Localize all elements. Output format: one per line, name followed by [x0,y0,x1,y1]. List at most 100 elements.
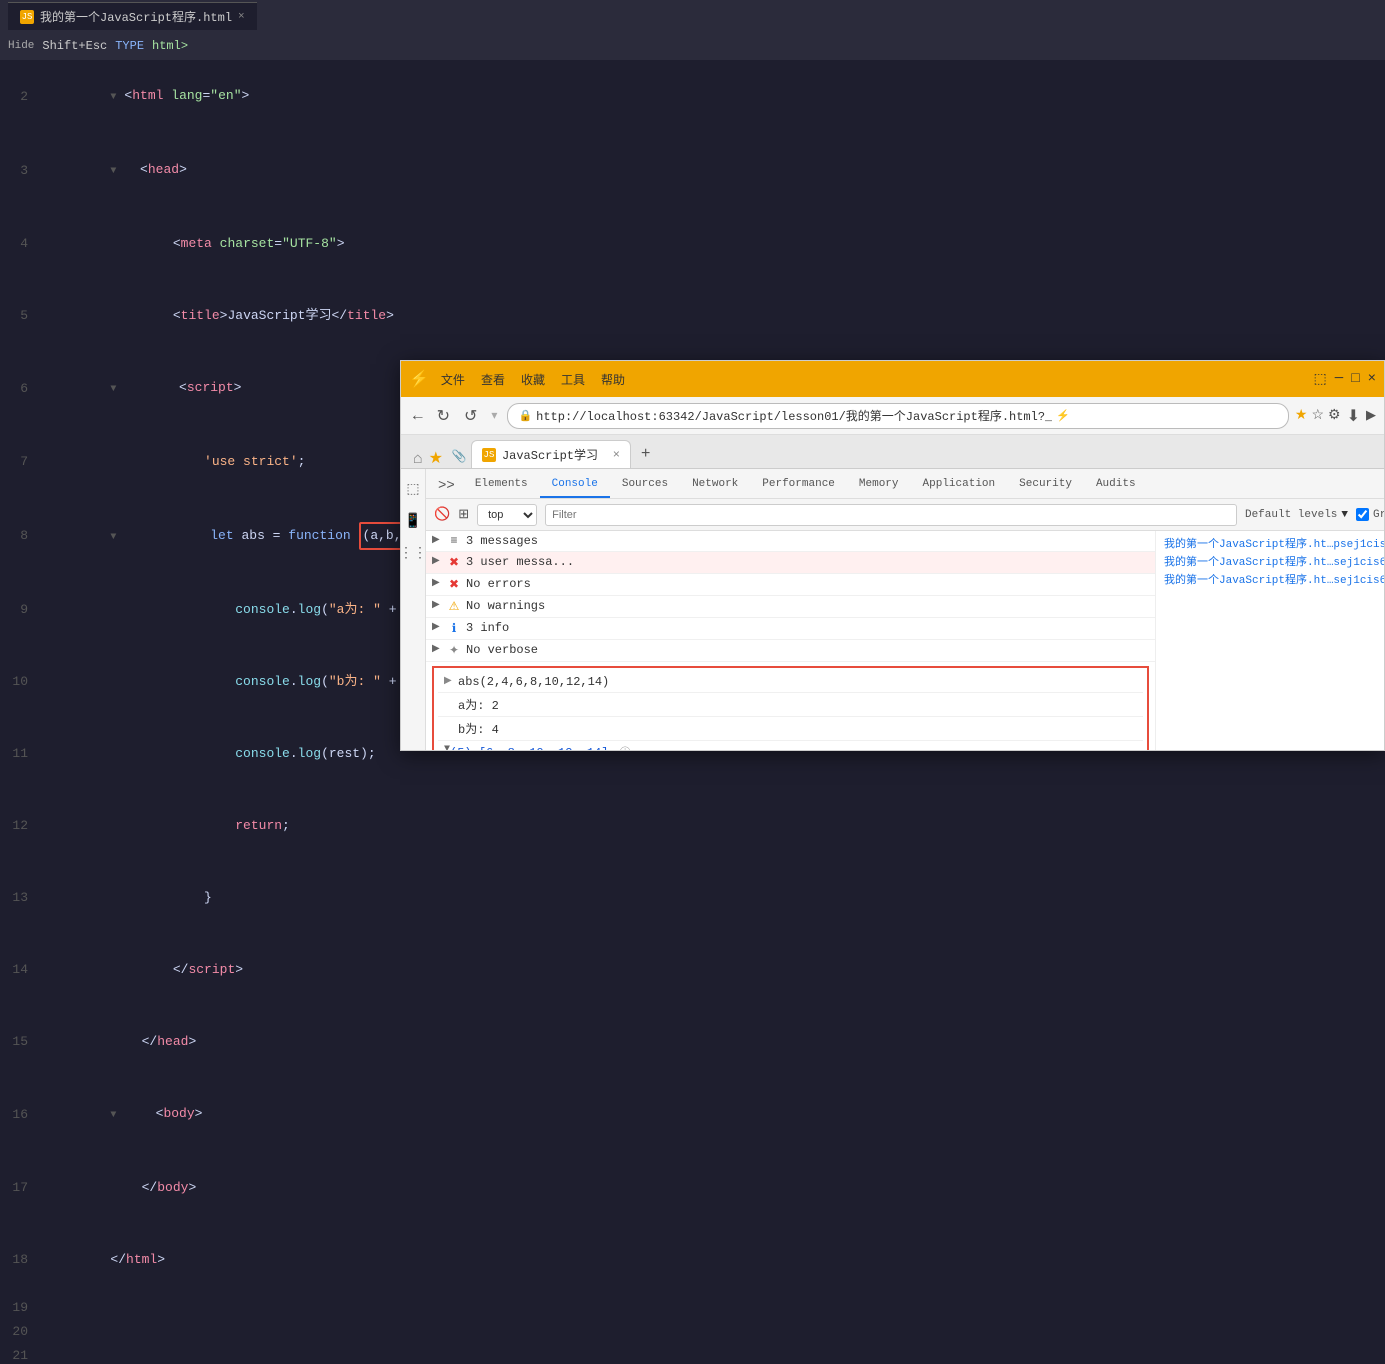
line-num-13: 13 [0,886,40,910]
source-link-1[interactable]: 我的第一个JavaScript程序.ht…psej1cis67ip581sc:9 [1164,535,1384,551]
browser-window-controls: ⬚ ─ □ × [1314,371,1376,388]
code-line-15: 15 </head> [0,1006,400,1078]
messages-label: 3 messages [466,534,538,548]
favorites-sidebar-button[interactable]: ★ [429,448,443,468]
maximize-button[interactable]: □ [1351,371,1359,388]
performance-icon: ⚡ [1056,409,1070,423]
devtools-tabs: >> Elements Console Sources Network Perf… [426,469,1384,499]
devtools-tab-performance[interactable]: Performance [750,472,847,498]
devtools-tab-more[interactable]: >> [430,474,463,498]
default-levels-label: Default levels [1245,509,1337,521]
fold-arrow-3[interactable]: ▼ [110,160,122,184]
fold-arrow-8[interactable]: ▼ [110,526,122,550]
code-line-7: 7 'use strict'; [0,426,400,498]
browser-window: ⚡ 文件 查看 收藏 工具 帮助 ⬚ ─ □ × ← ↻ ↺ ▾ 🔒 http:… [400,360,1385,751]
menu-item-tools[interactable]: 工具 [561,371,585,388]
console-output-array-header: ▼ (5) [6, 8, 10, 12, 14] ⓘ [438,741,1143,750]
line-num-9: 9 [0,598,40,622]
new-tab-button[interactable]: + [633,440,658,468]
default-levels-dropdown[interactable]: ▼ [1341,509,1348,521]
menu-item-help[interactable]: 帮助 [601,371,625,388]
group-similar-checkbox[interactable] [1356,508,1369,521]
devtools-tab-elements[interactable]: Elements [463,472,540,498]
console-row-no-errors[interactable]: ▶ ✖ No errors [426,574,1155,596]
back-button[interactable]: ← [409,405,427,427]
code-line-11: 11 console.log(rest); [0,718,400,790]
code-line-12-content: return; [40,790,400,862]
bookmark-icon[interactable]: 📎 [449,444,469,468]
code-line-17: 17 </body> [0,1152,400,1224]
line-num-8: 8 [0,524,40,548]
console-row-info[interactable]: ▶ ℹ 3 info [426,618,1155,640]
console-context-select[interactable]: top [477,504,537,526]
menu-item-favorites[interactable]: 收藏 [521,371,545,388]
devtools-tab-sources[interactable]: Sources [610,472,680,498]
console-filter-button[interactable]: ⊞ [458,507,469,522]
fold-arrow-6[interactable]: ▼ [110,378,122,402]
share-icon[interactable]: ⬚ [1314,371,1327,388]
source-link-3[interactable]: 我的第一个JavaScript程序.ht…sej1cis67ip581sc:11 [1164,571,1384,587]
line-num-12: 12 [0,814,40,838]
forward-button[interactable]: ↺ [460,404,481,428]
devtools-main: >> Elements Console Sources Network Perf… [426,469,1384,750]
abs-call-arrow[interactable]: ▶ [444,675,456,687]
devtools-tab-security[interactable]: Security [1007,472,1084,498]
editor-tab[interactable]: JS 我的第一个JavaScript程序.html × [8,2,257,30]
fold-arrow-2[interactable]: ▼ [110,86,122,110]
download-button[interactable]: ⬇ [1347,406,1360,426]
line-num-18: 18 [0,1248,40,1272]
browser-tab-active[interactable]: JS JavaScript学习 × [471,440,631,468]
settings-icon[interactable]: ⚙ [1328,407,1341,424]
star-icon[interactable]: ★ [1295,407,1308,424]
home-button[interactable]: ⌂ [409,450,427,468]
browser-menu-bar: ⚡ 文件 查看 收藏 工具 帮助 [409,369,637,389]
devtools-tab-audits[interactable]: Audits [1084,472,1148,498]
devtools-tab-network[interactable]: Network [680,472,750,498]
row-arrow-user-messages[interactable]: ▶ [432,555,444,567]
devtools-more-icon[interactable]: ⋮⋮ [401,541,425,565]
row-arrow-verbose[interactable]: ▶ [432,643,444,655]
console-row-messages[interactable]: ▶ ≡ 3 messages [426,531,1155,552]
forward-nav-button[interactable]: ▾ [487,406,501,425]
more-options-button[interactable]: ▶ [1366,408,1376,423]
line-num-15: 15 [0,1030,40,1054]
menu-item-file[interactable]: 文件 [441,371,465,388]
tab-close-icon[interactable]: × [238,11,245,23]
row-arrow-messages[interactable]: ▶ [432,534,444,546]
source-link-2[interactable]: 我的第一个JavaScript程序.ht…sej1cis67ip581sc:10 [1164,553,1384,569]
console-filter-input[interactable] [545,504,1237,526]
console-clear-button[interactable]: 🚫 [434,507,450,522]
info-icon: ℹ [446,621,462,636]
code-editor[interactable]: 2 ▼<html lang="en"> 3 ▼ <head> 4 <meta c… [0,60,400,691]
verbose-label: No verbose [466,643,538,657]
favorites-icon[interactable]: ☆ [1311,407,1324,424]
devtools-inspect-icon[interactable]: ⬚ [401,477,425,501]
code-line-19: 19 [0,1296,400,1320]
fold-arrow-16[interactable]: ▼ [110,1104,122,1128]
minimize-button[interactable]: ─ [1335,371,1343,388]
console-row-user-messages[interactable]: ▶ ✖ 3 user messa... [426,552,1155,574]
line-num-16: 16 [0,1103,40,1127]
devtools-device-icon[interactable]: 📱 [401,509,425,533]
browser-tab-close-icon[interactable]: × [613,448,620,462]
devtools-tab-console[interactable]: Console [540,472,610,498]
file-icon: JS [20,10,34,24]
row-arrow-no-warnings[interactable]: ▶ [432,599,444,611]
row-arrow-no-errors[interactable]: ▶ [432,577,444,589]
console-row-verbose[interactable]: ▶ ✦ No verbose [426,640,1155,662]
refresh-button[interactable]: ↻ [433,404,454,428]
line-num-2: 2 [0,85,40,109]
b-val-text: b为: 4 [444,720,499,737]
row-arrow-info[interactable]: ▶ [432,621,444,633]
no-errors-label: No errors [466,577,531,591]
console-row-no-warnings[interactable]: ▶ ⚠ No warnings [426,596,1155,618]
devtools-tab-application[interactable]: Application [911,472,1008,498]
close-button[interactable]: × [1368,371,1376,388]
code-line-4: 4 <meta charset="UTF-8"> [0,208,400,280]
devtools-tab-memory[interactable]: Memory [847,472,911,498]
hide-button[interactable]: Hide [8,40,34,52]
menu-item-view[interactable]: 查看 [481,371,505,388]
url-bar[interactable]: 🔒 http://localhost:63342/JavaScript/less… [507,403,1288,429]
line-num-4: 4 [0,232,40,256]
no-errors-icon: ✖ [446,577,462,592]
